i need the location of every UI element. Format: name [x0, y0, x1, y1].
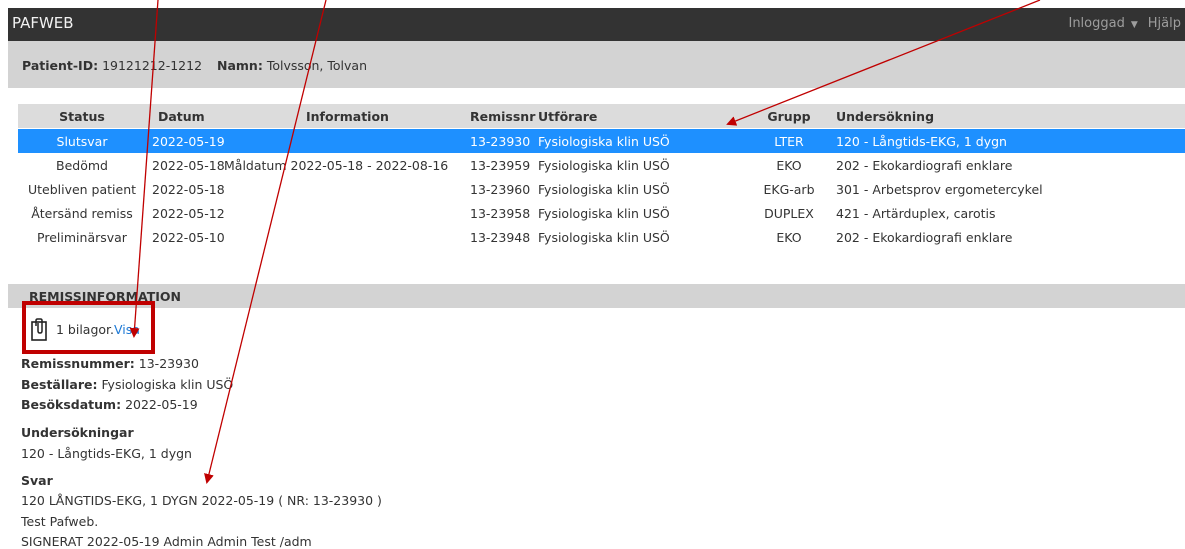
svar-line-1: 120 LÅNGTIDS-EKG, 1 DYGN 2022-05-19 ( NR…	[21, 493, 382, 508]
remissnummer-label: Remissnummer:	[21, 356, 135, 371]
svar-line-3: SIGNERAT 2022-05-19 Admin Admin Test /ad…	[21, 534, 312, 549]
cell-grupp: EKO	[776, 230, 802, 245]
top-navbar: PAFWEB Inloggad ▼ Hjälp	[8, 8, 1185, 41]
help-link[interactable]: Hjälp	[1148, 16, 1181, 31]
besoksdatum-label: Besöksdatum:	[21, 397, 122, 412]
bestallare-label: Beställare:	[21, 377, 98, 392]
referrals-table: Status Datum Information Remissnr Utföra…	[8, 88, 1185, 276]
table-header: Status Datum Information Remissnr Utföra…	[18, 104, 1185, 128]
cell-remissnr: 13-23960	[470, 182, 531, 197]
cell-grupp: EKO	[776, 158, 802, 173]
patient-id-value: 19121212-1212	[102, 58, 203, 73]
annotation-highlight-box	[22, 301, 155, 354]
cell-grupp: LTER	[774, 134, 804, 149]
cell-remissnr: 13-23958	[470, 206, 531, 221]
header-datum[interactable]: Datum	[158, 109, 250, 124]
cell-datum: 2022-05-18	[152, 182, 225, 197]
login-label: Inloggad	[1068, 16, 1125, 31]
app-brand[interactable]: PAFWEB	[12, 14, 74, 32]
cell-status: Bedömd	[56, 158, 108, 173]
patient-name-label: Namn:	[217, 58, 263, 73]
cell-status: Utebliven patient	[27, 182, 137, 197]
cell-info: Måldatum 2022-05-18 - 2022-08-16	[224, 158, 449, 173]
cell-utforare: Fysiologiska klin USÖ	[538, 134, 670, 149]
cell-remissnr: 13-23959	[470, 158, 531, 173]
cell-utforare: Fysiologiska klin USÖ	[538, 158, 670, 173]
table-row[interactable]: Slutsvar 2022-05-19 13-23930 Fysiologiska k…	[18, 129, 1185, 153]
cell-datum: 2022-05-12	[152, 206, 225, 221]
table-row[interactable]: Återsänd remiss 2022-05-12 13-23958 Fysiolo…	[18, 201, 1185, 225]
bestallare-value: Fysiologiska klin USÖ	[101, 377, 234, 392]
remissnummer: Remissnummer: 13-23930	[21, 356, 199, 371]
patient-id-label: Patient-ID:	[22, 58, 99, 73]
cell-utforare: Fysiologiska klin USÖ	[538, 206, 670, 221]
table-row[interactable]: Preliminärsvar 2022-05-10 13-23948 Fysiolog…	[18, 225, 1185, 249]
undersokningar-title: Undersökningar	[21, 425, 134, 440]
cell-remissnr: 13-23948	[470, 230, 531, 245]
cell-grupp: EKG-arb	[763, 182, 815, 197]
svar-line-2: Test Pafweb.	[21, 514, 99, 529]
cell-grupp: DUPLEX	[764, 206, 814, 221]
table-row[interactable]: Bedömd 2022-05-18 Måldatum 2022-05-18 - 20…	[18, 153, 1185, 177]
besoksdatum: Besöksdatum: 2022-05-19	[21, 397, 198, 412]
remissnummer-value: 13-23930	[138, 356, 199, 371]
header-grupp[interactable]: Grupp	[750, 109, 828, 124]
cell-undersokning: 202 - Ekokardiografi enklare	[836, 158, 1013, 173]
cell-status: Preliminärsvar	[37, 230, 127, 245]
cell-undersokning: 421 - Artärduplex, carotis	[836, 206, 996, 221]
undersokningar-value: 120 - Långtids-EKG, 1 dygn	[21, 446, 192, 461]
header-undersokning[interactable]: Undersökning	[836, 109, 1176, 124]
patient-name: Namn: Tolvsson, Tolvan	[217, 58, 367, 73]
nav-right: Inloggad ▼ Hjälp	[1056, 16, 1181, 31]
table-row[interactable]: Utebliven patient 2022-05-18 13-23960 Fysio…	[18, 177, 1185, 201]
svar-title: Svar	[21, 473, 53, 488]
cell-remissnr: 13-23930	[470, 134, 531, 149]
cell-datum: 2022-05-10	[152, 230, 225, 245]
besoksdatum-value: 2022-05-19	[125, 397, 198, 412]
patient-id: Patient-ID: 19121212-1212	[22, 58, 202, 73]
caret-down-icon: ▼	[1130, 20, 1138, 30]
header-remissnr[interactable]: Remissnr	[470, 109, 540, 124]
cell-undersokning: 301 - Arbetsprov ergometercykel	[836, 182, 1043, 197]
header-status[interactable]: Status	[18, 109, 146, 124]
header-utforare[interactable]: Utförare	[538, 109, 718, 124]
cell-utforare: Fysiologiska klin USÖ	[538, 182, 670, 197]
cell-datum: 2022-05-19	[152, 134, 225, 149]
bestallare: Beställare: Fysiologiska klin USÖ	[21, 377, 233, 392]
cell-undersokning: 120 - Långtids-EKG, 1 dygn	[836, 134, 1007, 149]
patient-name-value: Tolvsson, Tolvan	[266, 58, 367, 73]
remiss-section-header: REMISSINFORMATION	[8, 284, 1185, 308]
login-menu[interactable]: Inloggad ▼	[1062, 16, 1141, 31]
cell-status: Slutsvar	[56, 134, 108, 149]
patient-bar: Patient-ID: 19121212-1212 Namn: Tolvsson…	[8, 41, 1185, 88]
cell-utforare: Fysiologiska klin USÖ	[538, 230, 670, 245]
cell-status: Återsänd remiss	[31, 206, 133, 221]
cell-undersokning: 202 - Ekokardiografi enklare	[836, 230, 1013, 245]
